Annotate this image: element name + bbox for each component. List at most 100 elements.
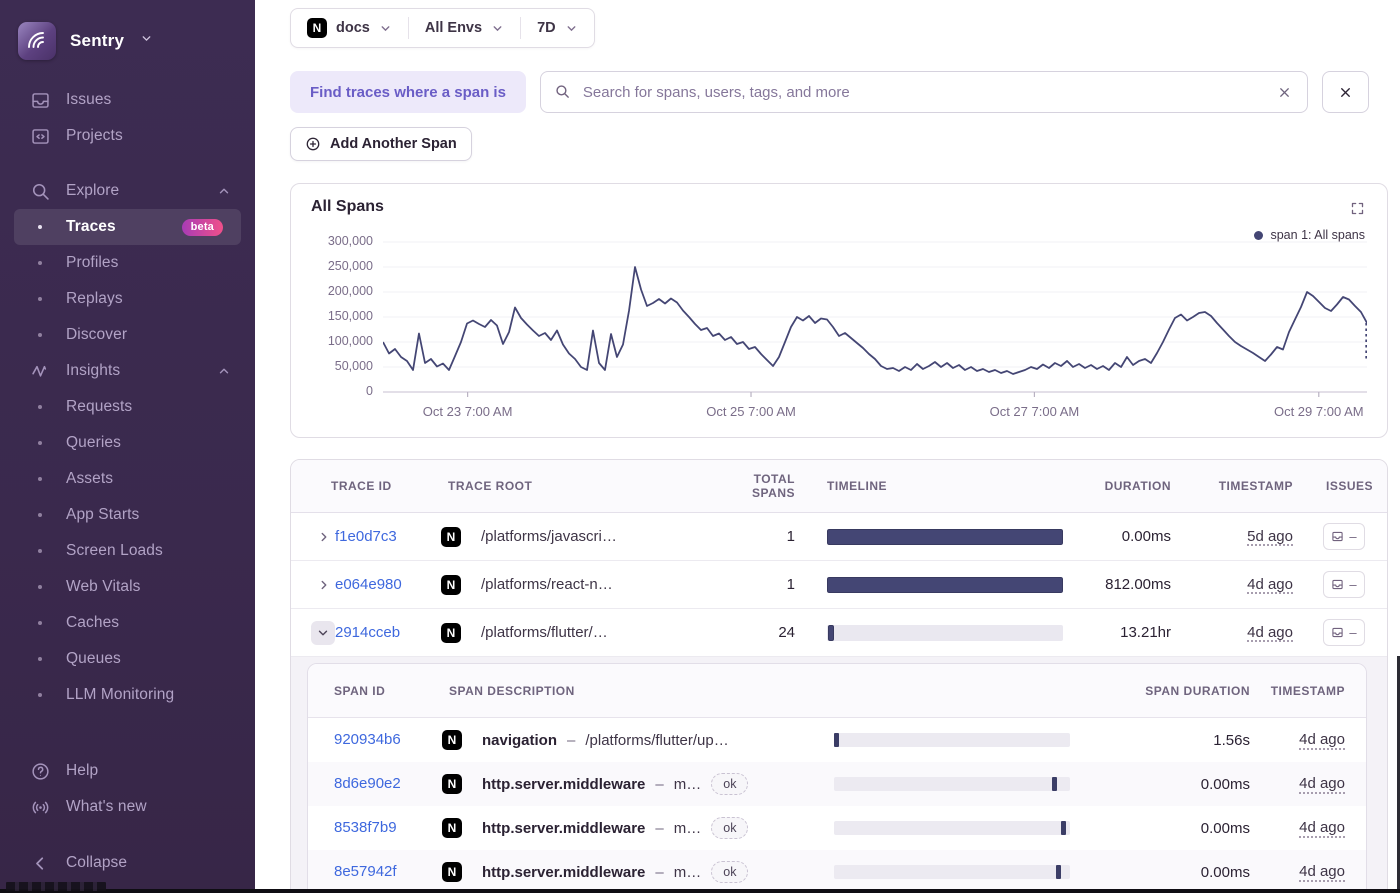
trace-id-link[interactable]: e064e980	[335, 576, 402, 593]
sidebar-item-discover[interactable]: Discover	[14, 317, 241, 353]
date-range-selector[interactable]: 7D	[521, 9, 594, 47]
span-timeline-tick[interactable]	[1052, 777, 1058, 791]
bullet-icon	[28, 657, 52, 661]
inbox-icon	[1331, 626, 1344, 639]
span-timeline-tick[interactable]	[1060, 821, 1066, 835]
all-spans-line-chart[interactable]	[383, 230, 1367, 402]
sidebar-item-assets[interactable]: Assets	[14, 461, 241, 497]
sidebar-item-replays[interactable]: Replays	[14, 281, 241, 317]
all-spans-chart-card: All Spans span 1: All spans 0 50,000 100,0…	[290, 183, 1388, 438]
bullet-icon	[28, 477, 52, 481]
bullet-icon	[28, 225, 52, 229]
trace-root-text: /platforms/javascri…	[481, 527, 617, 545]
issues-button[interactable]: –	[1323, 523, 1365, 550]
span-description-cell: http.server.middleware – m… ok	[482, 772, 818, 796]
expand-row-button[interactable]	[317, 530, 331, 544]
sidebar-item-app-starts[interactable]: App Starts	[14, 497, 241, 533]
span-description-cell: http.server.middleware – m… ok	[482, 816, 818, 840]
span-description-cell: navigation –/platforms/flutter/up…	[482, 732, 818, 749]
sidebar-item-what-s-new[interactable]: What's new	[14, 789, 241, 825]
y-tick-label: 100,000	[327, 334, 373, 348]
environment-selector[interactable]: All Envs	[409, 9, 520, 47]
issues-button[interactable]: –	[1323, 619, 1365, 646]
trace-id-link[interactable]: f1e0d7c3	[335, 528, 397, 545]
timestamp-link[interactable]: 5d ago	[1247, 528, 1293, 545]
chevron-down-icon	[140, 32, 153, 50]
x-tick-label: Oct 29 7:00 AM	[1273, 404, 1364, 419]
span-id-link[interactable]: 8e57942f	[334, 863, 397, 880]
bullet-icon	[28, 297, 52, 301]
sidebar-item-label: Screen Loads	[66, 542, 163, 559]
sidebar-item-label: App Starts	[66, 506, 140, 523]
span-timeline-tick[interactable]	[1055, 865, 1061, 879]
sidebar-item-label: Explore	[66, 182, 120, 199]
timeline-track	[827, 576, 1063, 593]
y-tick-label: 50,000	[334, 359, 373, 373]
sidebar-item-queries[interactable]: Queries	[14, 425, 241, 461]
trace-root-text: /platforms/flutter/…	[481, 623, 608, 641]
project-cell: N	[442, 730, 482, 750]
sidebar-item-explore[interactable]: Explore	[14, 173, 241, 209]
remove-span-row-button[interactable]	[1321, 71, 1369, 113]
y-tick-label: 0	[366, 384, 373, 398]
timeline-bar[interactable]	[827, 624, 835, 641]
timestamp-link[interactable]: 4d ago	[1299, 819, 1345, 836]
span-id-link[interactable]: 920934b6	[334, 731, 401, 748]
sidebar-item-llm-monitoring[interactable]: LLM Monitoring	[14, 677, 241, 713]
project-cell: N	[441, 622, 481, 643]
timeline-bar[interactable]	[827, 528, 1063, 545]
table-row: e064e980 N/platforms/react-n… 1 812.00ms 4d …	[291, 561, 1387, 609]
sidebar-item-label: Queues	[66, 650, 121, 667]
span-timeline-tick[interactable]	[834, 733, 839, 747]
sidebar-item-help[interactable]: Help	[14, 753, 241, 789]
sidebar-item-web-vitals[interactable]: Web Vitals	[14, 569, 241, 605]
timestamp-cell: 5d ago	[1171, 528, 1293, 546]
column-header: Span ID	[334, 683, 386, 698]
span-id-link[interactable]: 8538f7b9	[334, 819, 397, 836]
timestamp-link[interactable]: 4d ago	[1299, 775, 1345, 792]
timeline-cell	[823, 624, 1067, 641]
span-description-text: m…	[673, 863, 702, 881]
sidebar: Sentry Issues Projects Explore Traces beta Pr…	[0, 0, 255, 893]
timestamp-link[interactable]: 4d ago	[1299, 731, 1345, 748]
sidebar-item-projects[interactable]: Projects	[14, 118, 241, 154]
expand-row-button[interactable]	[317, 578, 331, 592]
issues-cell: –	[1293, 523, 1387, 550]
issues-count-empty: –	[1349, 577, 1357, 592]
sidebar-item-screen-loads[interactable]: Screen Loads	[14, 533, 241, 569]
sidebar-item-issues[interactable]: Issues	[14, 82, 241, 118]
project-selector[interactable]: N docs	[291, 9, 408, 47]
timestamp-link[interactable]: 4d ago	[1247, 624, 1293, 641]
timeline-bar[interactable]	[827, 576, 1063, 593]
separator: –	[655, 819, 664, 837]
fullscreen-icon[interactable]	[1347, 200, 1367, 220]
timestamp-cell: 4d ago	[1250, 731, 1345, 749]
add-span-row: Add Another Span	[290, 127, 1388, 161]
bullet-icon	[28, 333, 52, 337]
trace-id-link[interactable]: 2914cceb	[335, 624, 400, 641]
sidebar-item-queues[interactable]: Queues	[14, 641, 241, 677]
project-cell: N	[442, 862, 482, 882]
add-another-span-button[interactable]: Add Another Span	[290, 127, 472, 161]
issues-button[interactable]: –	[1323, 571, 1365, 598]
search-input[interactable]	[539, 71, 1308, 113]
clear-search-icon[interactable]	[1274, 81, 1296, 103]
expand-cell	[291, 578, 335, 592]
timestamp-link[interactable]: 4d ago	[1247, 576, 1293, 593]
org-switcher[interactable]: Sentry	[14, 14, 241, 66]
collapse-row-button[interactable]	[311, 620, 335, 645]
sidebar-item-label: Replays	[66, 290, 123, 307]
environment-selector-label: All Envs	[424, 20, 483, 36]
sidebar-item-profiles[interactable]: Profiles	[14, 245, 241, 281]
timestamp-link[interactable]: 4d ago	[1299, 863, 1345, 880]
sidebar-collapse-button[interactable]: Collapse	[14, 845, 241, 881]
sidebar-item-label: Help	[66, 762, 99, 779]
span-id-link[interactable]: 8d6e90e2	[334, 775, 401, 792]
sidebar-item-traces[interactable]: Traces beta	[14, 209, 241, 245]
chevron-down-icon	[565, 22, 578, 35]
column-header: Duration	[1104, 479, 1171, 493]
span-timeline-track	[834, 865, 1070, 879]
sidebar-item-requests[interactable]: Requests	[14, 389, 241, 425]
sidebar-item-caches[interactable]: Caches	[14, 605, 241, 641]
sidebar-item-insights[interactable]: Insights	[14, 353, 241, 389]
